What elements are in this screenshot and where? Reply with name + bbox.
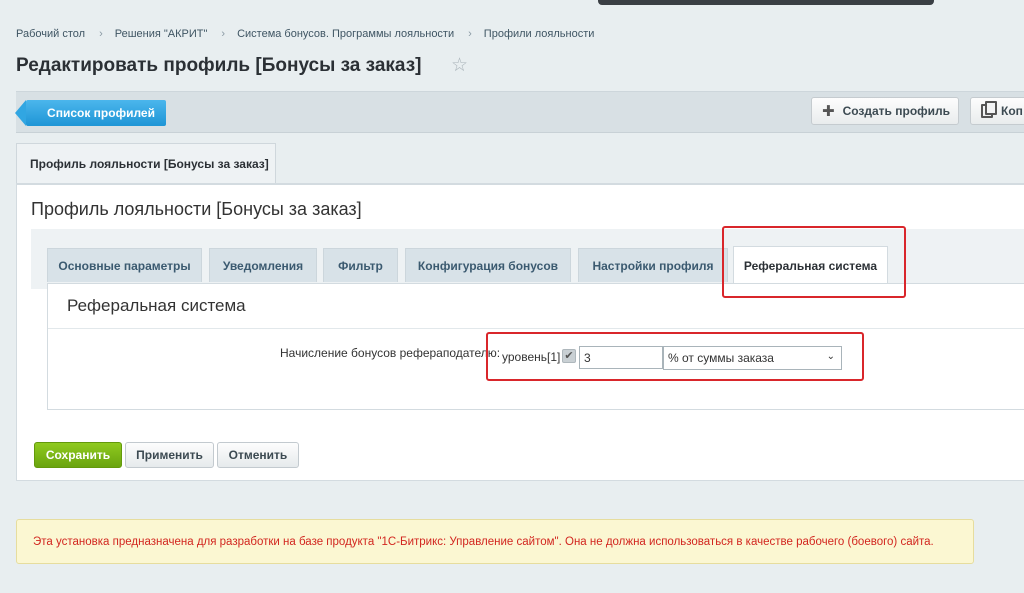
breadcrumb-item[interactable]: Рабочий стол — [16, 28, 85, 40]
breadcrumb-separator-icon: › — [468, 28, 472, 40]
save-button[interactable]: Сохранить — [34, 442, 122, 468]
tab-filter[interactable]: Фильтр — [323, 248, 398, 282]
referrer-bonus-label: Начисление бонусов рефераподателю: — [280, 346, 501, 360]
tab-main-parameters[interactable]: Основные параметры — [47, 248, 202, 282]
breadcrumb-separator-icon: › — [221, 28, 226, 40]
top-panel-fragment — [598, 0, 934, 5]
star-icon[interactable]: ☆ — [451, 56, 471, 76]
section-divider — [48, 328, 1024, 329]
profile-list-button[interactable]: Список профилей — [15, 100, 166, 126]
copy-profile-button[interactable]: Коп — [970, 97, 1024, 125]
tab-notifications[interactable]: Уведомления — [209, 248, 317, 282]
apply-button[interactable]: Применить — [125, 442, 214, 468]
breadcrumb: Рабочий стол › Решения "АКРИТ" › Система… — [16, 28, 594, 40]
dev-install-warning: Эта установка предназначена для разработ… — [16, 519, 974, 564]
plus-icon: ✚ — [822, 103, 835, 120]
breadcrumb-separator-icon: › — [99, 28, 103, 40]
create-profile-button[interactable]: ✚ Создать профиль — [811, 97, 959, 125]
cancel-button[interactable]: Отменить — [217, 442, 299, 468]
tab-bonus-configuration[interactable]: Конфигурация бонусов — [405, 248, 571, 282]
copy-icon — [981, 101, 997, 118]
section-title: Реферальная система — [67, 296, 246, 315]
page-title: Редактировать профиль [Бонусы за заказ] — [16, 55, 422, 76]
copy-profile-label: Коп — [1001, 104, 1023, 118]
breadcrumb-item[interactable]: Профили лояльности — [484, 28, 595, 40]
breadcrumb-item[interactable]: Решения "АКРИТ" — [115, 28, 208, 40]
highlight-frame — [486, 332, 864, 381]
highlight-frame — [722, 226, 906, 298]
tab-loyalty-profile[interactable]: Профиль лояльности [Бонусы за заказ] — [16, 143, 276, 184]
breadcrumb-item[interactable]: Система бонусов. Программы лояльности — [237, 28, 454, 40]
panel-title: Профиль лояльности [Бонусы за заказ] — [31, 199, 362, 219]
create-profile-label: Создать профиль — [842, 104, 951, 118]
toolbar: Список профилей ✚ Создать профиль Коп — [15, 91, 1024, 133]
tab-profile-settings[interactable]: Настройки профиля — [578, 248, 728, 282]
